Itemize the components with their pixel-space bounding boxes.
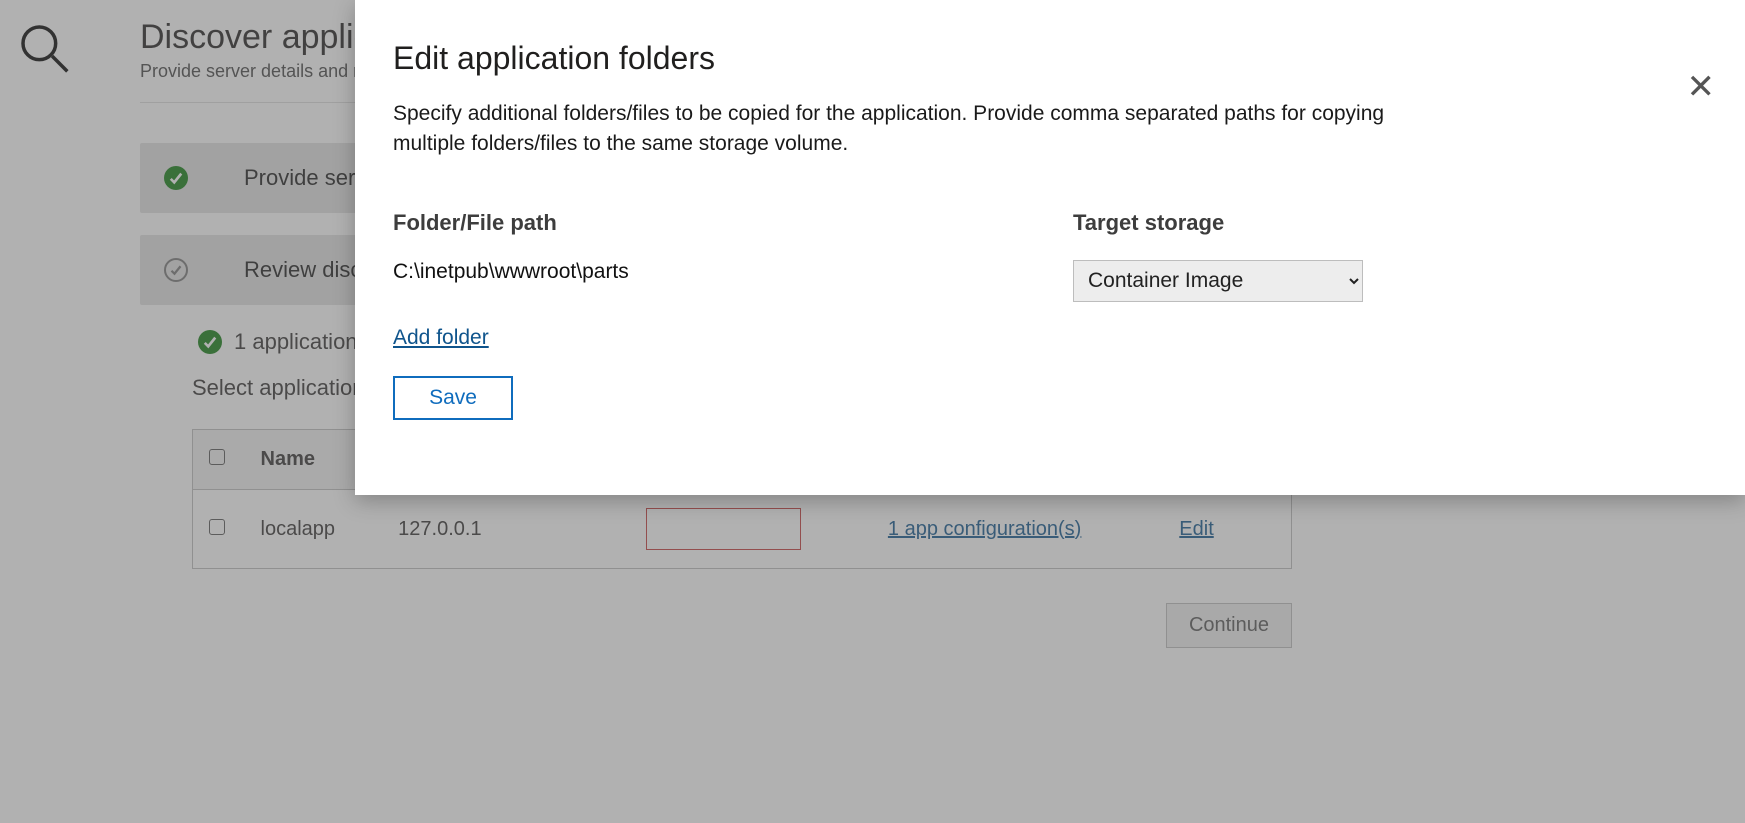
path-column-label: Folder/File path <box>393 210 1073 236</box>
target-storage-select[interactable]: Container Image <box>1073 260 1363 302</box>
modal-title: Edit application folders <box>393 40 1707 77</box>
save-button[interactable]: Save <box>393 376 513 420</box>
target-column-label: Target storage <box>1073 210 1363 236</box>
close-icon[interactable]: ✕ <box>1687 70 1716 104</box>
add-folder-link[interactable]: Add folder <box>393 326 489 350</box>
modal-description: Specify additional folders/files to be c… <box>393 99 1453 160</box>
folder-path-value: C:\inetpub\wwwroot\parts <box>393 260 1073 284</box>
edit-folders-modal: Edit application folders ✕ Specify addit… <box>355 0 1745 495</box>
